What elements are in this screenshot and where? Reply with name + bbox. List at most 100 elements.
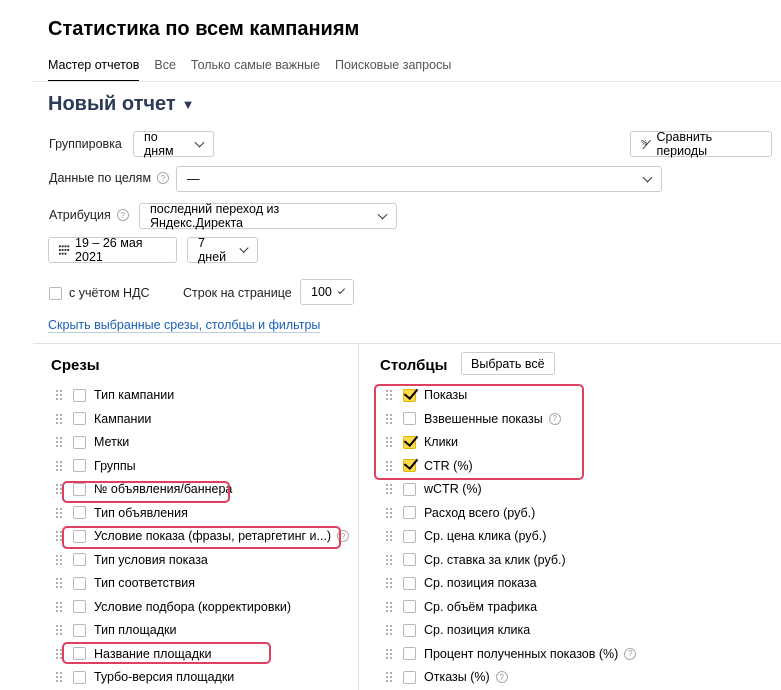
column-item[interactable]: Показы	[385, 385, 467, 405]
drag-handle-icon[interactable]	[385, 483, 393, 495]
column-checkbox[interactable]	[403, 553, 416, 566]
drag-handle-icon[interactable]	[385, 389, 393, 401]
column-item[interactable]: Отказы (%)?	[385, 667, 508, 687]
slice-checkbox[interactable]	[73, 623, 86, 637]
help-icon[interactable]: ?	[548, 412, 561, 425]
drag-handle-icon[interactable]	[55, 459, 63, 472]
drag-handle-icon[interactable]	[55, 553, 63, 566]
slice-item[interactable]: Турбо-версия площадки	[55, 667, 234, 687]
column-checkbox[interactable]	[403, 412, 416, 425]
column-checkbox[interactable]	[403, 670, 416, 684]
slice-checkbox[interactable]	[73, 576, 86, 590]
drag-handle-icon[interactable]	[55, 600, 63, 613]
slice-checkbox[interactable]	[73, 459, 86, 472]
attribution-select[interactable]: последний переход из Яндекс.Директа	[139, 202, 397, 230]
column-item[interactable]: Процент полученных показов (%)?	[385, 644, 637, 664]
help-icon[interactable]: ?	[495, 671, 508, 683]
help-icon[interactable]: ?	[624, 647, 637, 660]
drag-handle-icon[interactable]	[55, 483, 63, 495]
slice-item[interactable]: Название площадки	[55, 644, 211, 664]
help-icon[interactable]: ?	[157, 172, 170, 184]
column-checkbox[interactable]	[403, 482, 416, 496]
drag-handle-icon[interactable]	[385, 600, 393, 613]
compare-periods-button[interactable]: % Сравнить периоды	[630, 130, 772, 158]
vat-checkbox-row[interactable]: с учётом НДС	[49, 286, 150, 300]
drag-handle-icon[interactable]	[55, 412, 63, 425]
drag-handle-icon[interactable]	[55, 577, 63, 589]
column-item[interactable]: Расход всего (руб.)	[385, 503, 535, 523]
slice-checkbox[interactable]	[73, 529, 86, 543]
slice-checkbox[interactable]	[73, 600, 86, 613]
column-item[interactable]: Ср. позиция клика	[385, 620, 530, 640]
slice-item[interactable]: Тип условия показа	[55, 550, 208, 570]
column-checkbox[interactable]	[403, 435, 416, 449]
drag-handle-icon[interactable]	[55, 647, 63, 660]
drag-handle-icon[interactable]	[385, 459, 393, 472]
slice-item[interactable]: Условие подбора (корректировки)	[55, 597, 291, 617]
column-checkbox[interactable]	[403, 600, 416, 613]
column-item[interactable]: Ср. цена клика (руб.)	[385, 526, 546, 546]
slice-checkbox[interactable]	[73, 670, 86, 684]
drag-handle-icon[interactable]	[385, 647, 393, 660]
drag-handle-icon[interactable]	[55, 530, 63, 542]
column-checkbox[interactable]	[403, 388, 416, 402]
hide-selected-link[interactable]: Скрыть выбранные срезы, столбцы и фильтр…	[48, 318, 321, 333]
slice-checkbox[interactable]	[73, 553, 86, 566]
slice-checkbox[interactable]	[73, 435, 86, 449]
column-item[interactable]: Ср. позиция показа	[385, 573, 537, 593]
slice-item[interactable]: Группы	[55, 456, 136, 476]
column-checkbox[interactable]	[403, 459, 416, 472]
drag-handle-icon[interactable]	[55, 671, 63, 683]
slice-item[interactable]: Кампании	[55, 409, 151, 429]
column-checkbox[interactable]	[403, 529, 416, 543]
slice-checkbox[interactable]	[73, 647, 86, 660]
help-icon[interactable]: ?	[337, 530, 350, 542]
date-range-button[interactable]: 19 – 26 мая 2021	[48, 236, 177, 264]
drag-handle-icon[interactable]	[385, 506, 393, 519]
goals-select[interactable]: —	[176, 166, 662, 192]
drag-handle-icon[interactable]	[55, 436, 63, 448]
column-item[interactable]: Ср. объём трафика	[385, 597, 537, 617]
tab-report-master[interactable]: Мастер отчетов	[48, 58, 140, 82]
drag-handle-icon[interactable]	[55, 389, 63, 401]
grouping-select[interactable]: по дням	[133, 130, 214, 158]
slice-item[interactable]: Метки	[55, 432, 129, 452]
slice-checkbox[interactable]	[73, 482, 86, 496]
slice-checkbox[interactable]	[73, 506, 86, 519]
drag-handle-icon[interactable]	[55, 624, 63, 636]
slice-item[interactable]: № объявления/баннера	[55, 479, 232, 499]
drag-handle-icon[interactable]	[385, 530, 393, 542]
column-checkbox[interactable]	[403, 576, 416, 590]
slice-item[interactable]: Условие показа (фразы, ретаргетинг и...)…	[55, 526, 350, 546]
column-item[interactable]: Ср. ставка за клик (руб.)	[385, 550, 566, 570]
column-item[interactable]: Взвешенные показы?	[385, 409, 561, 429]
column-item[interactable]: CTR (%)	[385, 456, 473, 476]
drag-handle-icon[interactable]	[55, 506, 63, 519]
report-title-dropdown[interactable]: Новый отчет ▼	[48, 93, 195, 116]
vat-checkbox[interactable]	[49, 286, 62, 300]
drag-handle-icon[interactable]	[385, 436, 393, 448]
column-checkbox[interactable]	[403, 647, 416, 660]
slice-checkbox[interactable]	[73, 388, 86, 402]
drag-handle-icon[interactable]	[385, 412, 393, 425]
tab-most-important[interactable]: Только самые важные	[191, 58, 320, 82]
drag-handle-icon[interactable]	[385, 577, 393, 589]
rows-per-page-select[interactable]: 100	[300, 279, 354, 305]
column-item[interactable]: Клики	[385, 432, 458, 452]
column-checkbox[interactable]	[403, 623, 416, 637]
tab-all[interactable]: Все	[154, 58, 176, 82]
slice-checkbox[interactable]	[73, 412, 86, 425]
select-all-button[interactable]: Выбрать всё	[461, 352, 555, 375]
drag-handle-icon[interactable]	[385, 553, 393, 566]
column-checkbox[interactable]	[403, 506, 416, 519]
slice-item[interactable]: Тип соответствия	[55, 573, 195, 593]
slice-item[interactable]: Тип площадки	[55, 620, 176, 640]
column-item[interactable]: wCTR (%)	[385, 479, 482, 499]
slice-item[interactable]: Тип кампании	[55, 385, 174, 405]
slice-item[interactable]: Тип объявления	[55, 503, 188, 523]
drag-handle-icon[interactable]	[385, 671, 393, 683]
tab-search-queries[interactable]: Поисковые запросы	[335, 58, 451, 82]
drag-handle-icon[interactable]	[385, 624, 393, 636]
period-select[interactable]: 7 дней	[187, 236, 258, 264]
help-icon[interactable]: ?	[116, 209, 129, 221]
